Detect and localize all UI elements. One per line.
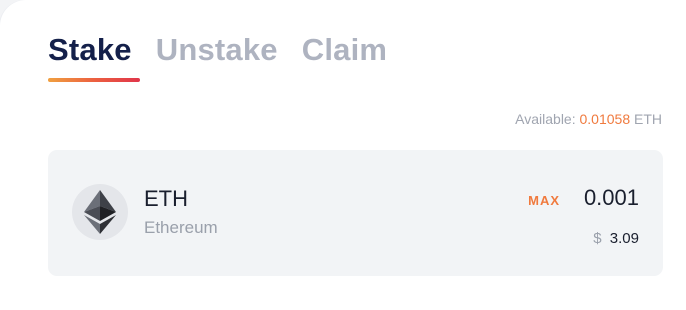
token-name: Ethereum <box>144 218 218 237</box>
tab-stake[interactable]: Stake <box>48 32 140 82</box>
active-tab-underline <box>48 78 140 82</box>
tab-unstake-label: Unstake <box>155 32 278 67</box>
tab-claim[interactable]: Claim <box>302 32 387 68</box>
available-label: Available: <box>515 111 576 127</box>
token-symbol: ETH <box>144 186 188 211</box>
tab-claim-label: Claim <box>301 32 388 67</box>
amount-panel: ETH Ethereum MAX $ 3.09 <box>48 150 663 276</box>
usd-currency-symbol: $ <box>593 230 602 247</box>
available-amount: 0.01058 <box>579 111 631 127</box>
stake-card: Stake Unstake Claim Available: 0.01058 E… <box>0 0 686 310</box>
usd-amount: 3.09 <box>609 230 639 247</box>
tab-unstake[interactable]: Unstake <box>156 32 278 68</box>
usd-value: $ 3.09 <box>593 230 639 247</box>
available-balance: Available: 0.01058 ETH <box>515 111 662 127</box>
amount-input[interactable] <box>549 185 639 211</box>
tab-stake-label: Stake <box>48 32 132 67</box>
ethereum-icon <box>72 184 128 240</box>
tab-bar: Stake Unstake Claim <box>48 32 411 82</box>
available-unit: ETH <box>634 111 662 127</box>
